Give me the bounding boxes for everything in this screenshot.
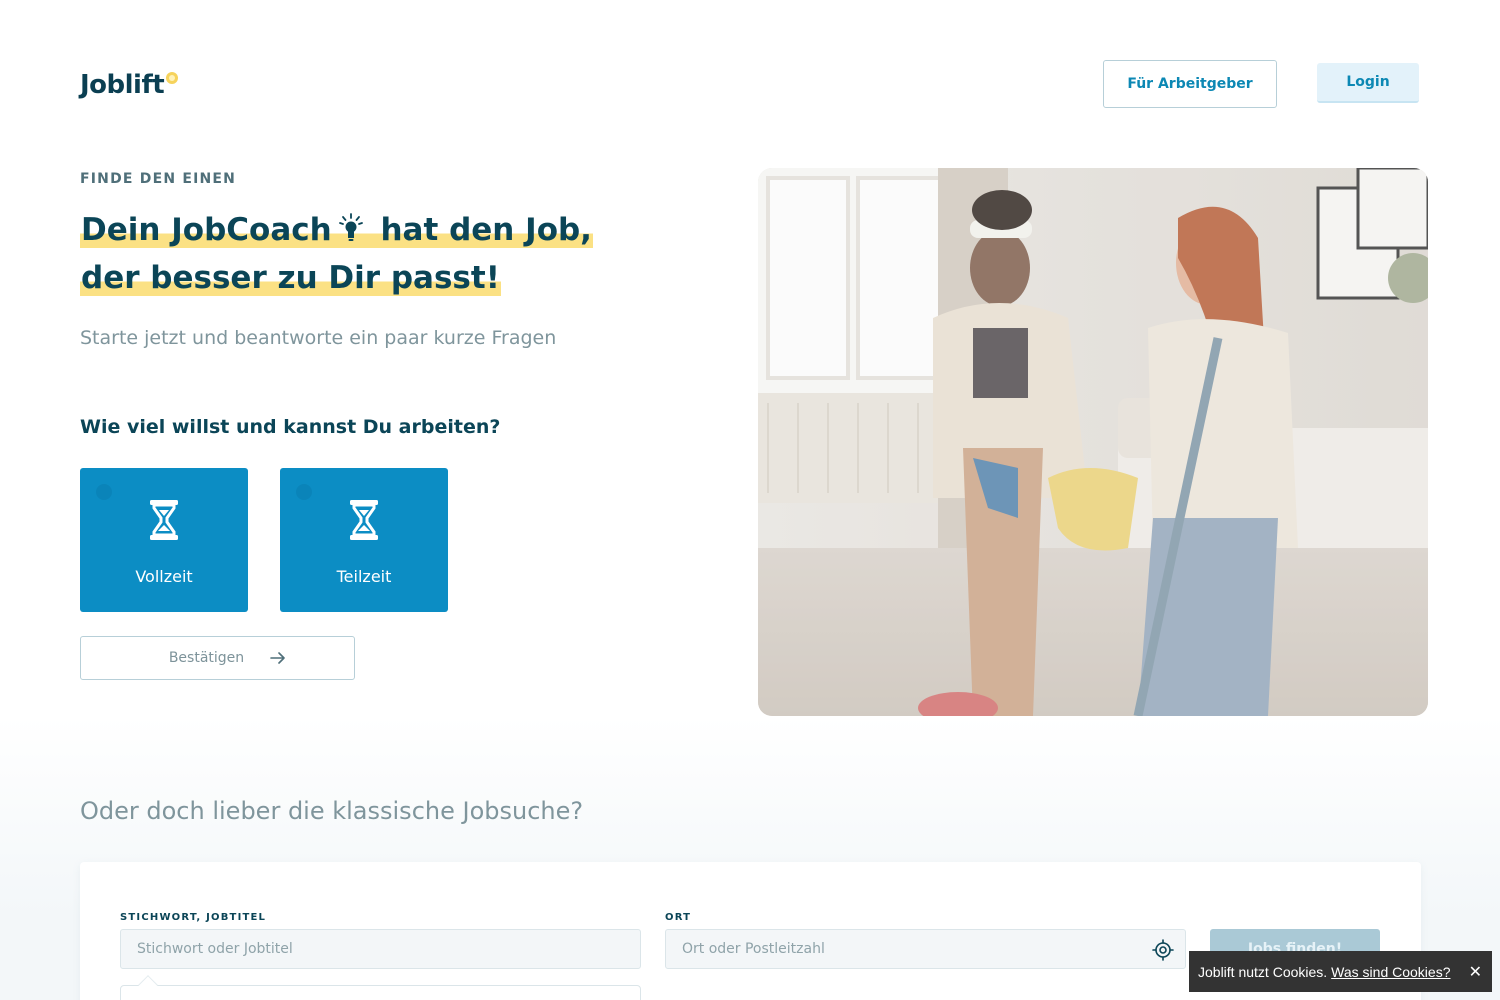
confirm-label: Bestätigen xyxy=(168,650,245,666)
headline-line2: der besser zu Dir passt! xyxy=(80,260,501,296)
option-label: Vollzeit xyxy=(135,567,193,586)
hero-eyebrow: FINDE DEN EINEN xyxy=(80,171,237,187)
cookie-banner: Joblift nutzt Cookies. Was sind Cookies?… xyxy=(1189,951,1492,992)
option-label: Teilzeit xyxy=(336,567,392,586)
location-label: ORT xyxy=(665,912,692,923)
hero-photo xyxy=(758,168,1428,716)
joblift-logo[interactable]: Joblift xyxy=(80,68,179,102)
work-hours-question: Wie viel willst und kannst Du arbeiten? xyxy=(80,416,501,438)
crosshair-icon[interactable] xyxy=(1152,939,1174,961)
classic-search-heading: Oder doch lieber die klassische Jobsuche… xyxy=(80,797,584,825)
location-input[interactable] xyxy=(665,929,1186,969)
login-button[interactable]: Login xyxy=(1317,63,1419,103)
confirm-button[interactable]: Bestätigen xyxy=(80,636,355,680)
headline-part2: hat den Job, xyxy=(380,212,592,248)
hourglass-icon xyxy=(350,500,378,540)
radio-indicator xyxy=(96,484,112,500)
employer-button[interactable]: Für Arbeitgeber xyxy=(1103,60,1277,108)
cookie-info-link[interactable]: Was sind Cookies? xyxy=(1331,964,1450,980)
hero-headline: Dein JobCoach hat den Job, der besser zu… xyxy=(80,206,700,302)
option-teilzeit[interactable]: Teilzeit xyxy=(280,468,448,612)
lightbulb-icon xyxy=(338,212,364,246)
cookie-text: Joblift nutzt Cookies. xyxy=(1198,963,1328,980)
radio-indicator xyxy=(296,484,312,500)
logo-dot-icon xyxy=(166,72,179,84)
option-vollzeit[interactable]: Vollzeit xyxy=(80,468,248,612)
headline-part1: Dein JobCoach xyxy=(81,212,332,248)
hourglass-icon xyxy=(150,500,178,540)
site-header: Joblift Für Arbeitgeber Login xyxy=(0,0,1500,140)
close-icon[interactable]: ✕ xyxy=(1469,962,1482,982)
arrow-right-icon xyxy=(270,652,285,664)
logo-text: Joblift xyxy=(80,70,165,100)
keyword-suggestions-dropdown[interactable] xyxy=(120,985,641,1000)
keyword-label: STICHWORT, JOBTITEL xyxy=(120,912,267,923)
hero-subline: Starte jetzt und beantworte ein paar kur… xyxy=(80,327,557,349)
keyword-input[interactable] xyxy=(120,929,641,969)
